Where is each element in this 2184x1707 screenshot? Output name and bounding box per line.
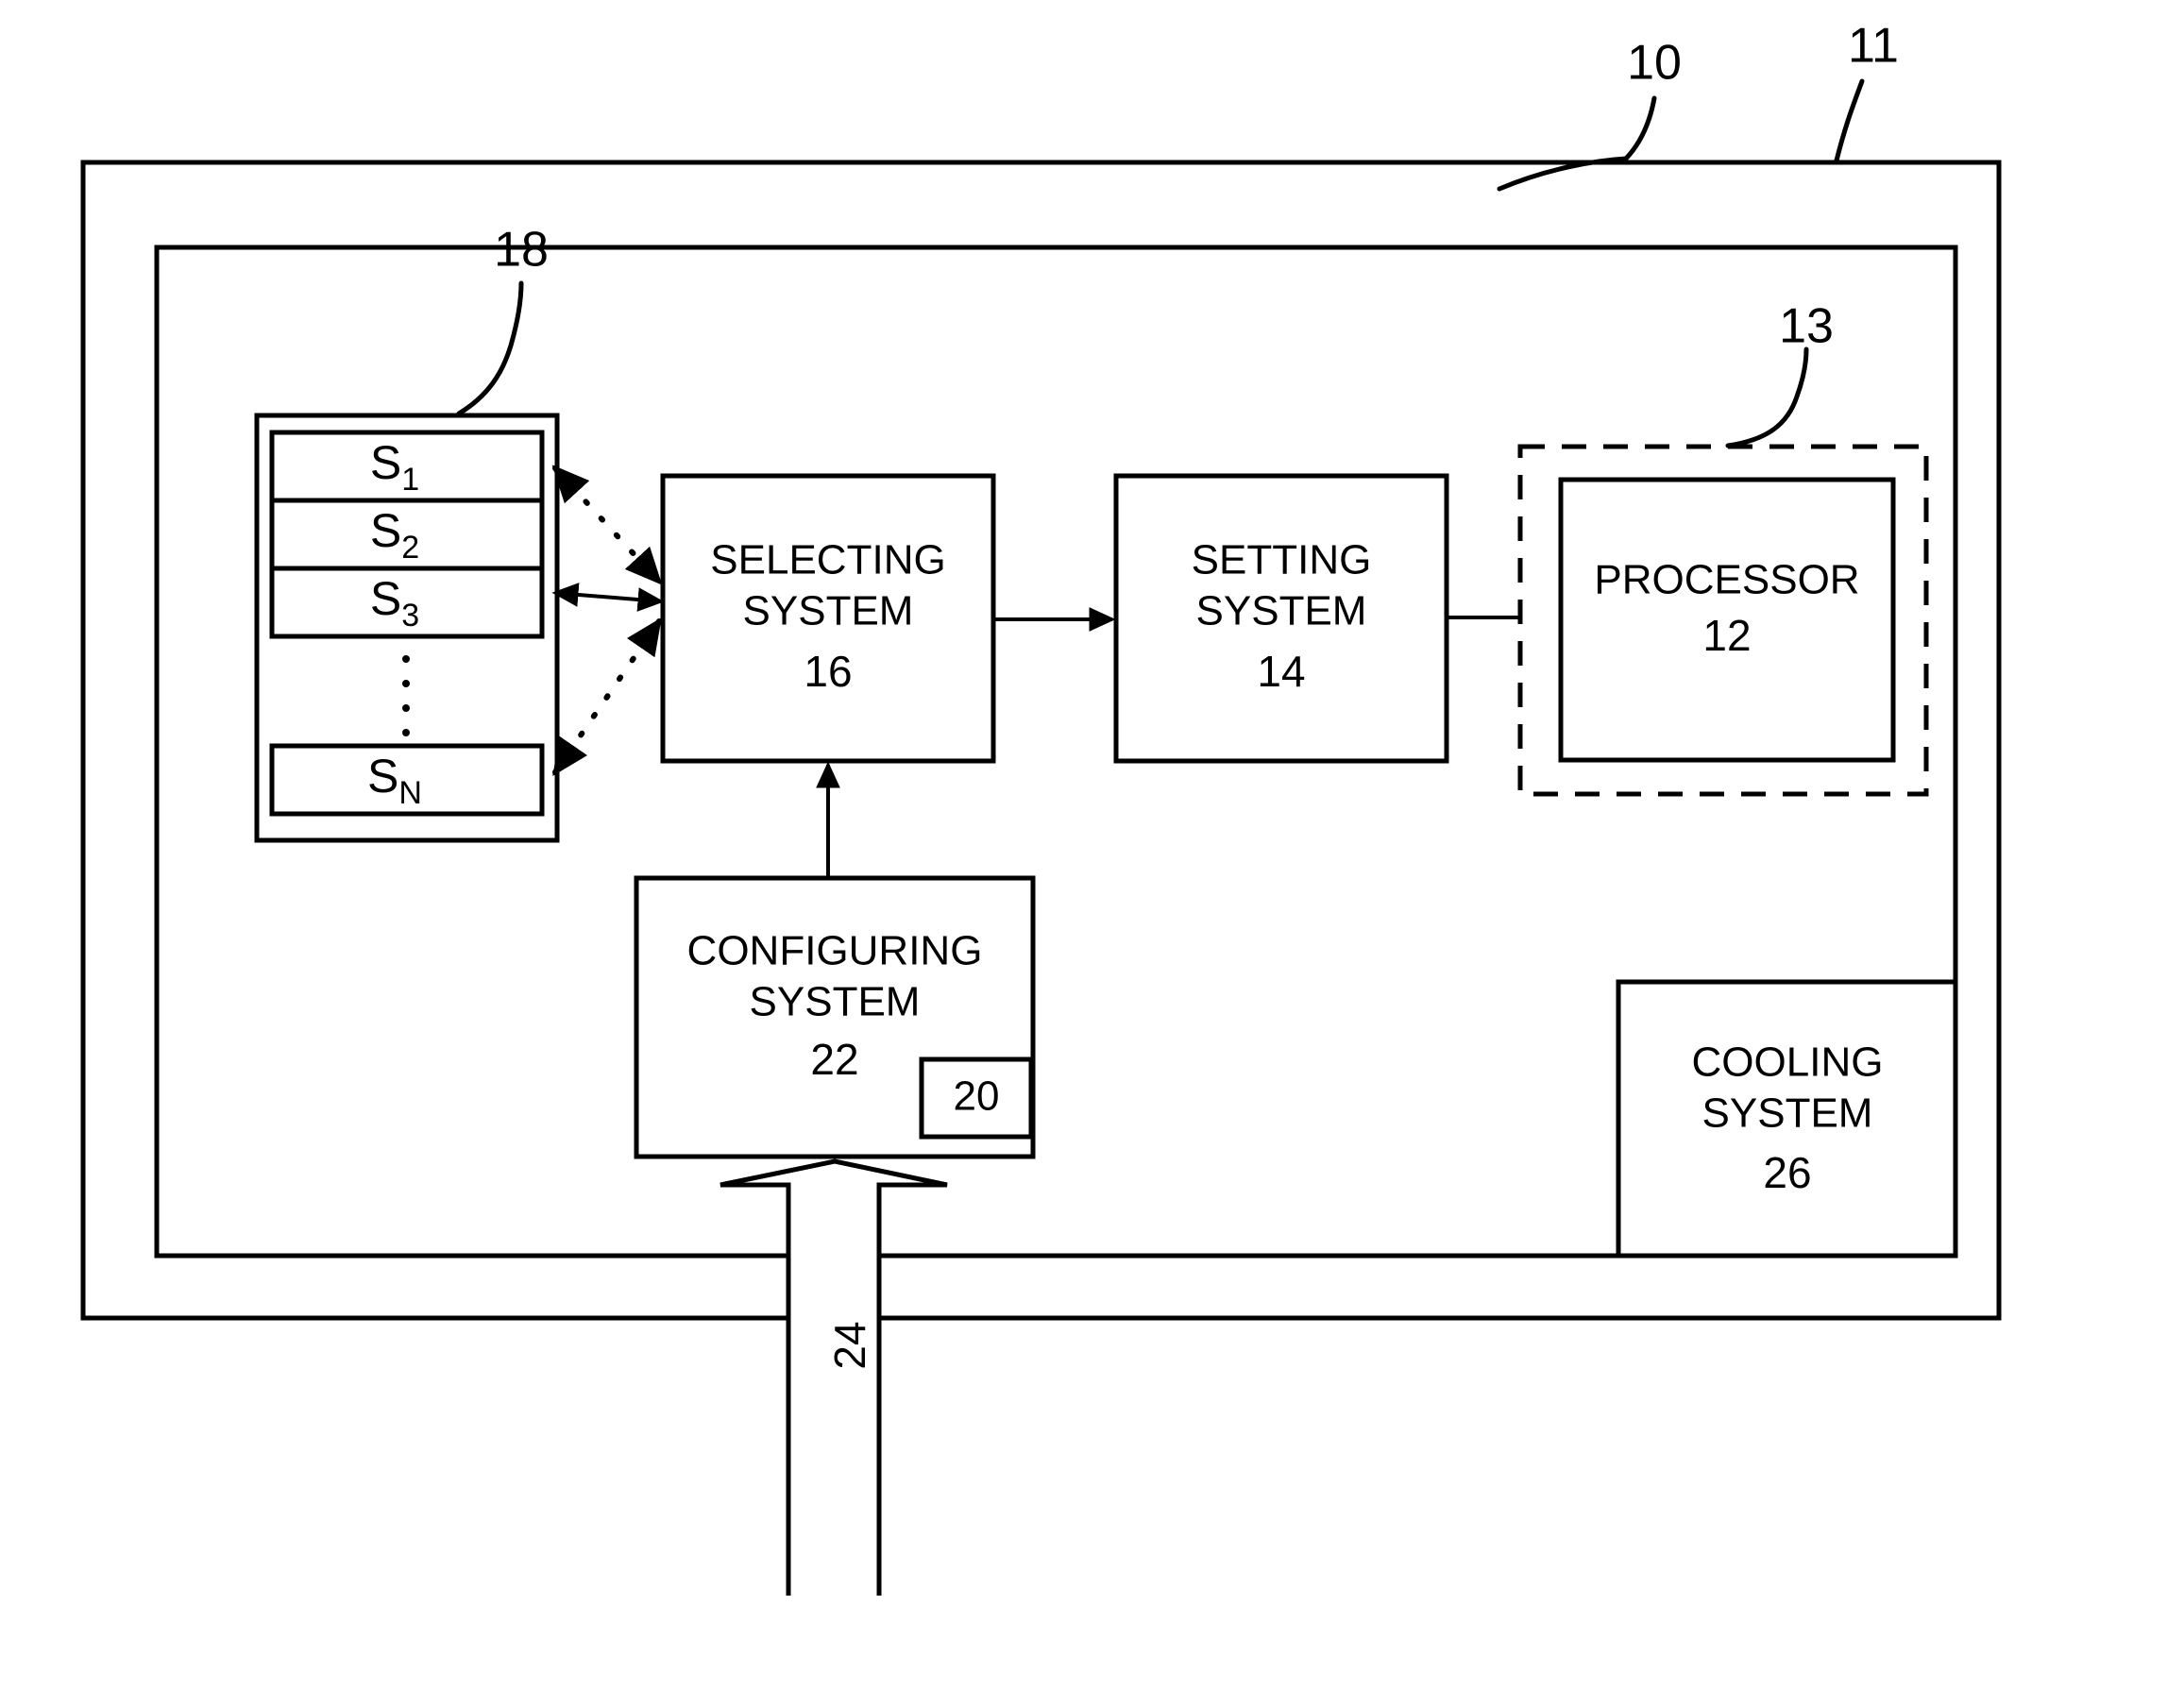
selecting-system-line1: SELECTING (710, 537, 945, 583)
configuring-system-line1: CONFIGURING (687, 928, 983, 974)
leader-line-stack (456, 280, 524, 416)
processor-block: PROCESSOR 12 (1558, 477, 1896, 763)
selecting-system-block: SELECTING SYSTEM 16 (660, 473, 996, 764)
ref-label-processor-group: 13 (1779, 299, 1834, 354)
cooling-system-line1: COOLING (1692, 1039, 1884, 1086)
cooling-system-ref: 26 (1763, 1148, 1811, 1197)
leader-line-inner-enclosure (1497, 95, 1657, 192)
stack-item-s2: S2 (269, 498, 545, 571)
configuring-system-block: CONFIGURING SYSTEM 22 20 (634, 875, 1036, 1159)
cooling-system-block: COOLING SYSTEM 26 (1616, 979, 1958, 1259)
configuring-system-ref: 22 (810, 1035, 858, 1084)
processor-ref: 12 (1702, 611, 1751, 660)
cooling-system-line2: SYSTEM (1702, 1090, 1873, 1137)
connector-sn-selecting (552, 617, 662, 777)
selecting-system-line2: SYSTEM (743, 588, 914, 634)
setting-system-line1: SETTING (1192, 537, 1372, 583)
setting-system-ref: 14 (1257, 647, 1305, 696)
stack-item-s1: S1 (269, 430, 545, 503)
selecting-system-ref: 16 (804, 647, 852, 696)
processor-line1: PROCESSOR (1594, 557, 1859, 603)
leader-line-processor-group (1725, 346, 1809, 448)
input-arrow-ref: 24 (825, 1321, 874, 1369)
connector-s3-selecting (551, 583, 665, 612)
leader-line-outer-enclosure (1834, 78, 1865, 163)
connector-s1-selecting (551, 465, 663, 585)
ref-label-outer-enclosure: 11 (1848, 19, 1899, 74)
configuring-system-line2: SYSTEM (750, 979, 921, 1025)
setting-system-line2: SYSTEM (1196, 588, 1367, 634)
configuring-inner-ref: 20 (954, 1073, 1000, 1120)
patent-figure: 11 10 18 S1 S2 S3 SN SELECTING SYSTEM 16… (0, 0, 2184, 1707)
stack-item-s3: S3 (269, 566, 545, 639)
figure-canvas: 11 10 18 S1 S2 S3 SN SELECTING SYSTEM 16… (80, 19, 2002, 1596)
input-arrow-fill (720, 1161, 947, 1596)
setting-system-block: SETTING SYSTEM 14 (1113, 473, 1449, 764)
ref-label-stack: 18 (494, 223, 549, 278)
ref-label-inner-enclosure: 10 (1627, 36, 1682, 91)
stack-item-sn: SN (269, 743, 545, 817)
